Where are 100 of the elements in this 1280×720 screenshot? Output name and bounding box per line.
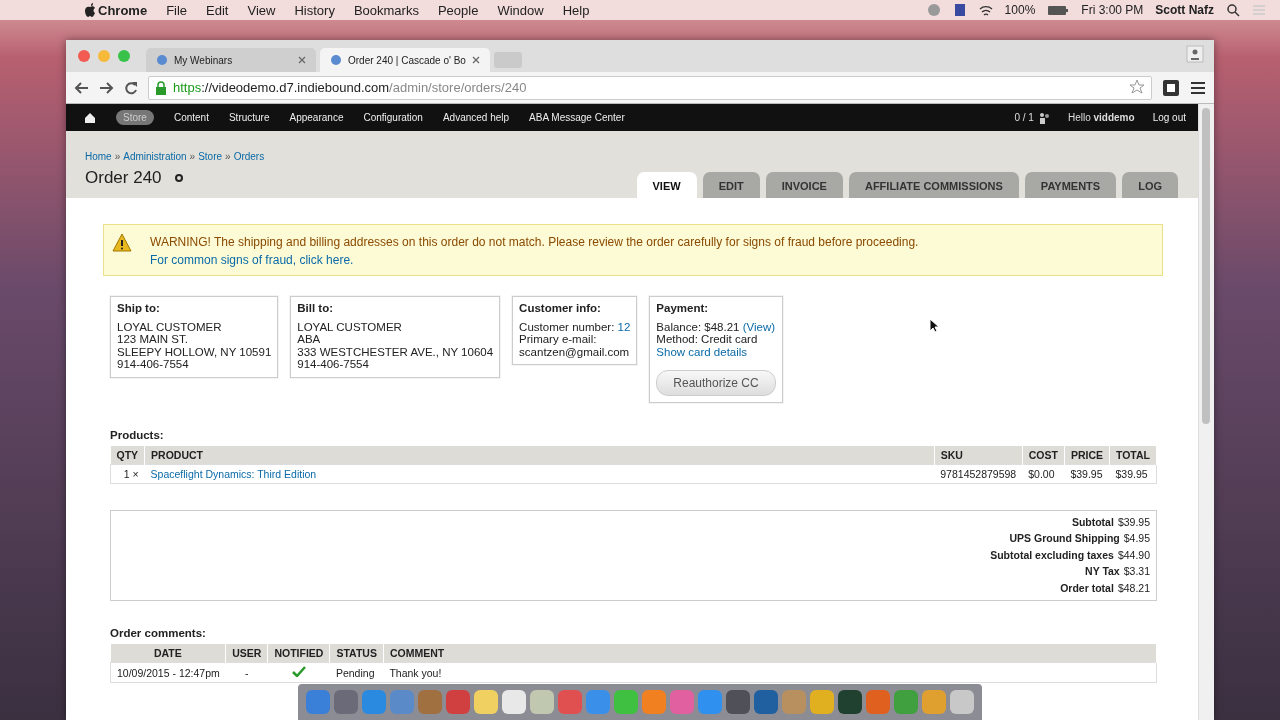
profile-icon: [1186, 45, 1204, 63]
app-icon[interactable]: [810, 690, 834, 714]
total-value: $3.31: [1123, 564, 1150, 580]
page-tab[interactable]: VIEW: [636, 172, 697, 198]
menu-item[interactable]: File: [166, 2, 188, 18]
table-cell: $0.00: [1022, 464, 1065, 484]
column-header: COMMENT: [383, 644, 1157, 663]
table-cell: $39.95: [1109, 464, 1157, 484]
app-icon[interactable]: [502, 690, 526, 714]
toolbar-link[interactable]: Advanced help: [442, 112, 510, 123]
home-icon: [84, 111, 96, 124]
pane-line: 914-406-7554: [117, 358, 190, 371]
pane-line: LOYAL CUSTOMER: [297, 320, 403, 333]
total-value: $4.95: [1123, 531, 1150, 547]
app-icon[interactable]: [838, 690, 862, 714]
column-header: USER: [225, 644, 268, 663]
total-value: $48.21: [1117, 580, 1150, 596]
scrollbar-thumb[interactable]: [1202, 108, 1210, 424]
pane-link[interactable]: (View): [742, 320, 776, 333]
page-tab[interactable]: LOG: [1122, 172, 1178, 198]
menu-item[interactable]: Bookmarks: [353, 2, 419, 18]
column-header: DATE: [110, 644, 226, 663]
column-header: STATUS: [329, 644, 384, 663]
page-tab[interactable]: EDIT: [702, 172, 760, 198]
breadcrumb-separator: »: [114, 151, 121, 162]
table-cell: Pending: [329, 662, 384, 683]
page-tab[interactable]: AFFILIATE COMMISSIONS: [848, 172, 1019, 198]
pane-line: Customer number: 12: [519, 320, 631, 333]
zoom-window-button[interactable]: [118, 50, 130, 62]
app-icon[interactable]: [474, 690, 498, 714]
pane-link[interactable]: Show card details: [656, 345, 776, 358]
app-icon[interactable]: [726, 690, 750, 714]
breadcrumb-separator: »: [189, 151, 196, 162]
pane-title: Payment:: [656, 302, 710, 315]
pane-title: Bill to:: [297, 302, 335, 315]
menu-item[interactable]: Window: [497, 2, 544, 18]
app-icon[interactable]: [334, 690, 358, 714]
close-window-button[interactable]: [78, 50, 90, 62]
pane-line: scantzen@gmail.com: [519, 345, 631, 358]
greeting-text: Hello viddemo: [1067, 112, 1135, 123]
page-tab[interactable]: INVOICE: [765, 172, 843, 198]
warning-icon: [112, 233, 132, 252]
table-cell: 10/09/2015 - 12:47pm: [110, 662, 226, 683]
toolbar-link[interactable]: ABA Message Center: [529, 112, 625, 123]
menu-item[interactable]: Help: [562, 2, 590, 18]
app-icon[interactable]: [754, 690, 778, 714]
menu-item[interactable]: People: [437, 2, 479, 18]
browser-tab[interactable]: My Webinars: [146, 48, 316, 72]
minimize-window-button[interactable]: [98, 50, 110, 62]
toolbar-link[interactable]: Appearance: [289, 112, 344, 123]
breadcrumb-separator: »: [225, 151, 231, 162]
column-header: NOTIFIED: [267, 644, 330, 663]
total-label: NY Tax: [1085, 564, 1120, 580]
app-icon[interactable]: [922, 690, 946, 714]
toolbar-link[interactable]: Structure: [228, 112, 270, 123]
fraud-signs-link[interactable]: For common signs of fraud, click here.: [150, 253, 354, 267]
menu-clock[interactable]: Fri 3:00 PM: [1081, 3, 1144, 17]
wifi-icon: [978, 3, 993, 17]
table-cell: Thank you!: [383, 662, 1157, 683]
close-icon: [298, 56, 306, 64]
menu-item[interactable]: History: [294, 2, 335, 18]
menu-item[interactable]: View: [247, 2, 276, 18]
toolbar-link[interactable]: Content: [173, 112, 209, 123]
back-icon: [74, 80, 89, 95]
warning-message: WARNING! The shipping and billing addresses on this order do not match. Please review the order carefully for signs of fraud before proceeding. For common signs of fraud, click here.: [103, 224, 1163, 276]
pane-title: Ship to:: [117, 302, 161, 315]
column-header: COST: [1022, 446, 1065, 465]
breadcrumb-link[interactable]: Orders: [233, 151, 265, 162]
menu-icon: [1252, 3, 1266, 17]
page-tab[interactable]: PAYMENTS: [1024, 172, 1117, 198]
logout-link[interactable]: Log out: [1152, 112, 1186, 123]
address-bar[interactable]: https://videodemo.d7.indiebound.com/admin/store/orders/240: [148, 75, 1152, 100]
menu-item[interactable]: Edit: [206, 2, 229, 18]
breadcrumb-link[interactable]: Store: [198, 151, 223, 162]
column-header: PRICE: [1064, 446, 1110, 465]
apple-logo-icon[interactable]: [84, 3, 96, 17]
browser-tab[interactable]: Order 240 | Cascade o' Bo: [320, 48, 490, 72]
table-cell: $39.95: [1064, 464, 1110, 484]
app-icon[interactable]: [530, 690, 554, 714]
pane-line: LOYAL CUSTOMER: [117, 320, 223, 333]
pane-line: 123 MAIN ST.: [117, 333, 189, 346]
product-link[interactable]: Spaceflight Dynamics: Third Edition: [150, 468, 317, 480]
cart-count: 0 / 1: [1014, 112, 1034, 123]
pane-line: 333 WESTCHESTER AVE., NY 10604: [297, 345, 494, 358]
breadcrumb-link[interactable]: Home: [85, 151, 112, 162]
app-icon[interactable]: [950, 690, 974, 714]
star-icon: [1129, 78, 1145, 94]
breadcrumb-link[interactable]: Administration: [123, 151, 187, 162]
pane-line: Primary e-mail:: [519, 333, 598, 346]
toolbar-link[interactable]: Configuration: [363, 112, 423, 123]
total-label: Order total: [1060, 580, 1114, 596]
reauthorize-button[interactable]: Reauthorize CC: [656, 370, 776, 396]
pane-line: SLEEPY HOLLOW, NY 10591: [117, 345, 272, 358]
table-cell: 9781452879598: [934, 464, 1023, 484]
pane-line: ABA: [297, 333, 322, 346]
total-value: $44.90: [1117, 547, 1150, 563]
menu-user-name[interactable]: Scott Nafz: [1155, 3, 1214, 17]
menu-app-name[interactable]: Chrome: [98, 2, 148, 18]
battery-icon: [1047, 3, 1070, 17]
pane-link[interactable]: 12: [617, 320, 631, 333]
